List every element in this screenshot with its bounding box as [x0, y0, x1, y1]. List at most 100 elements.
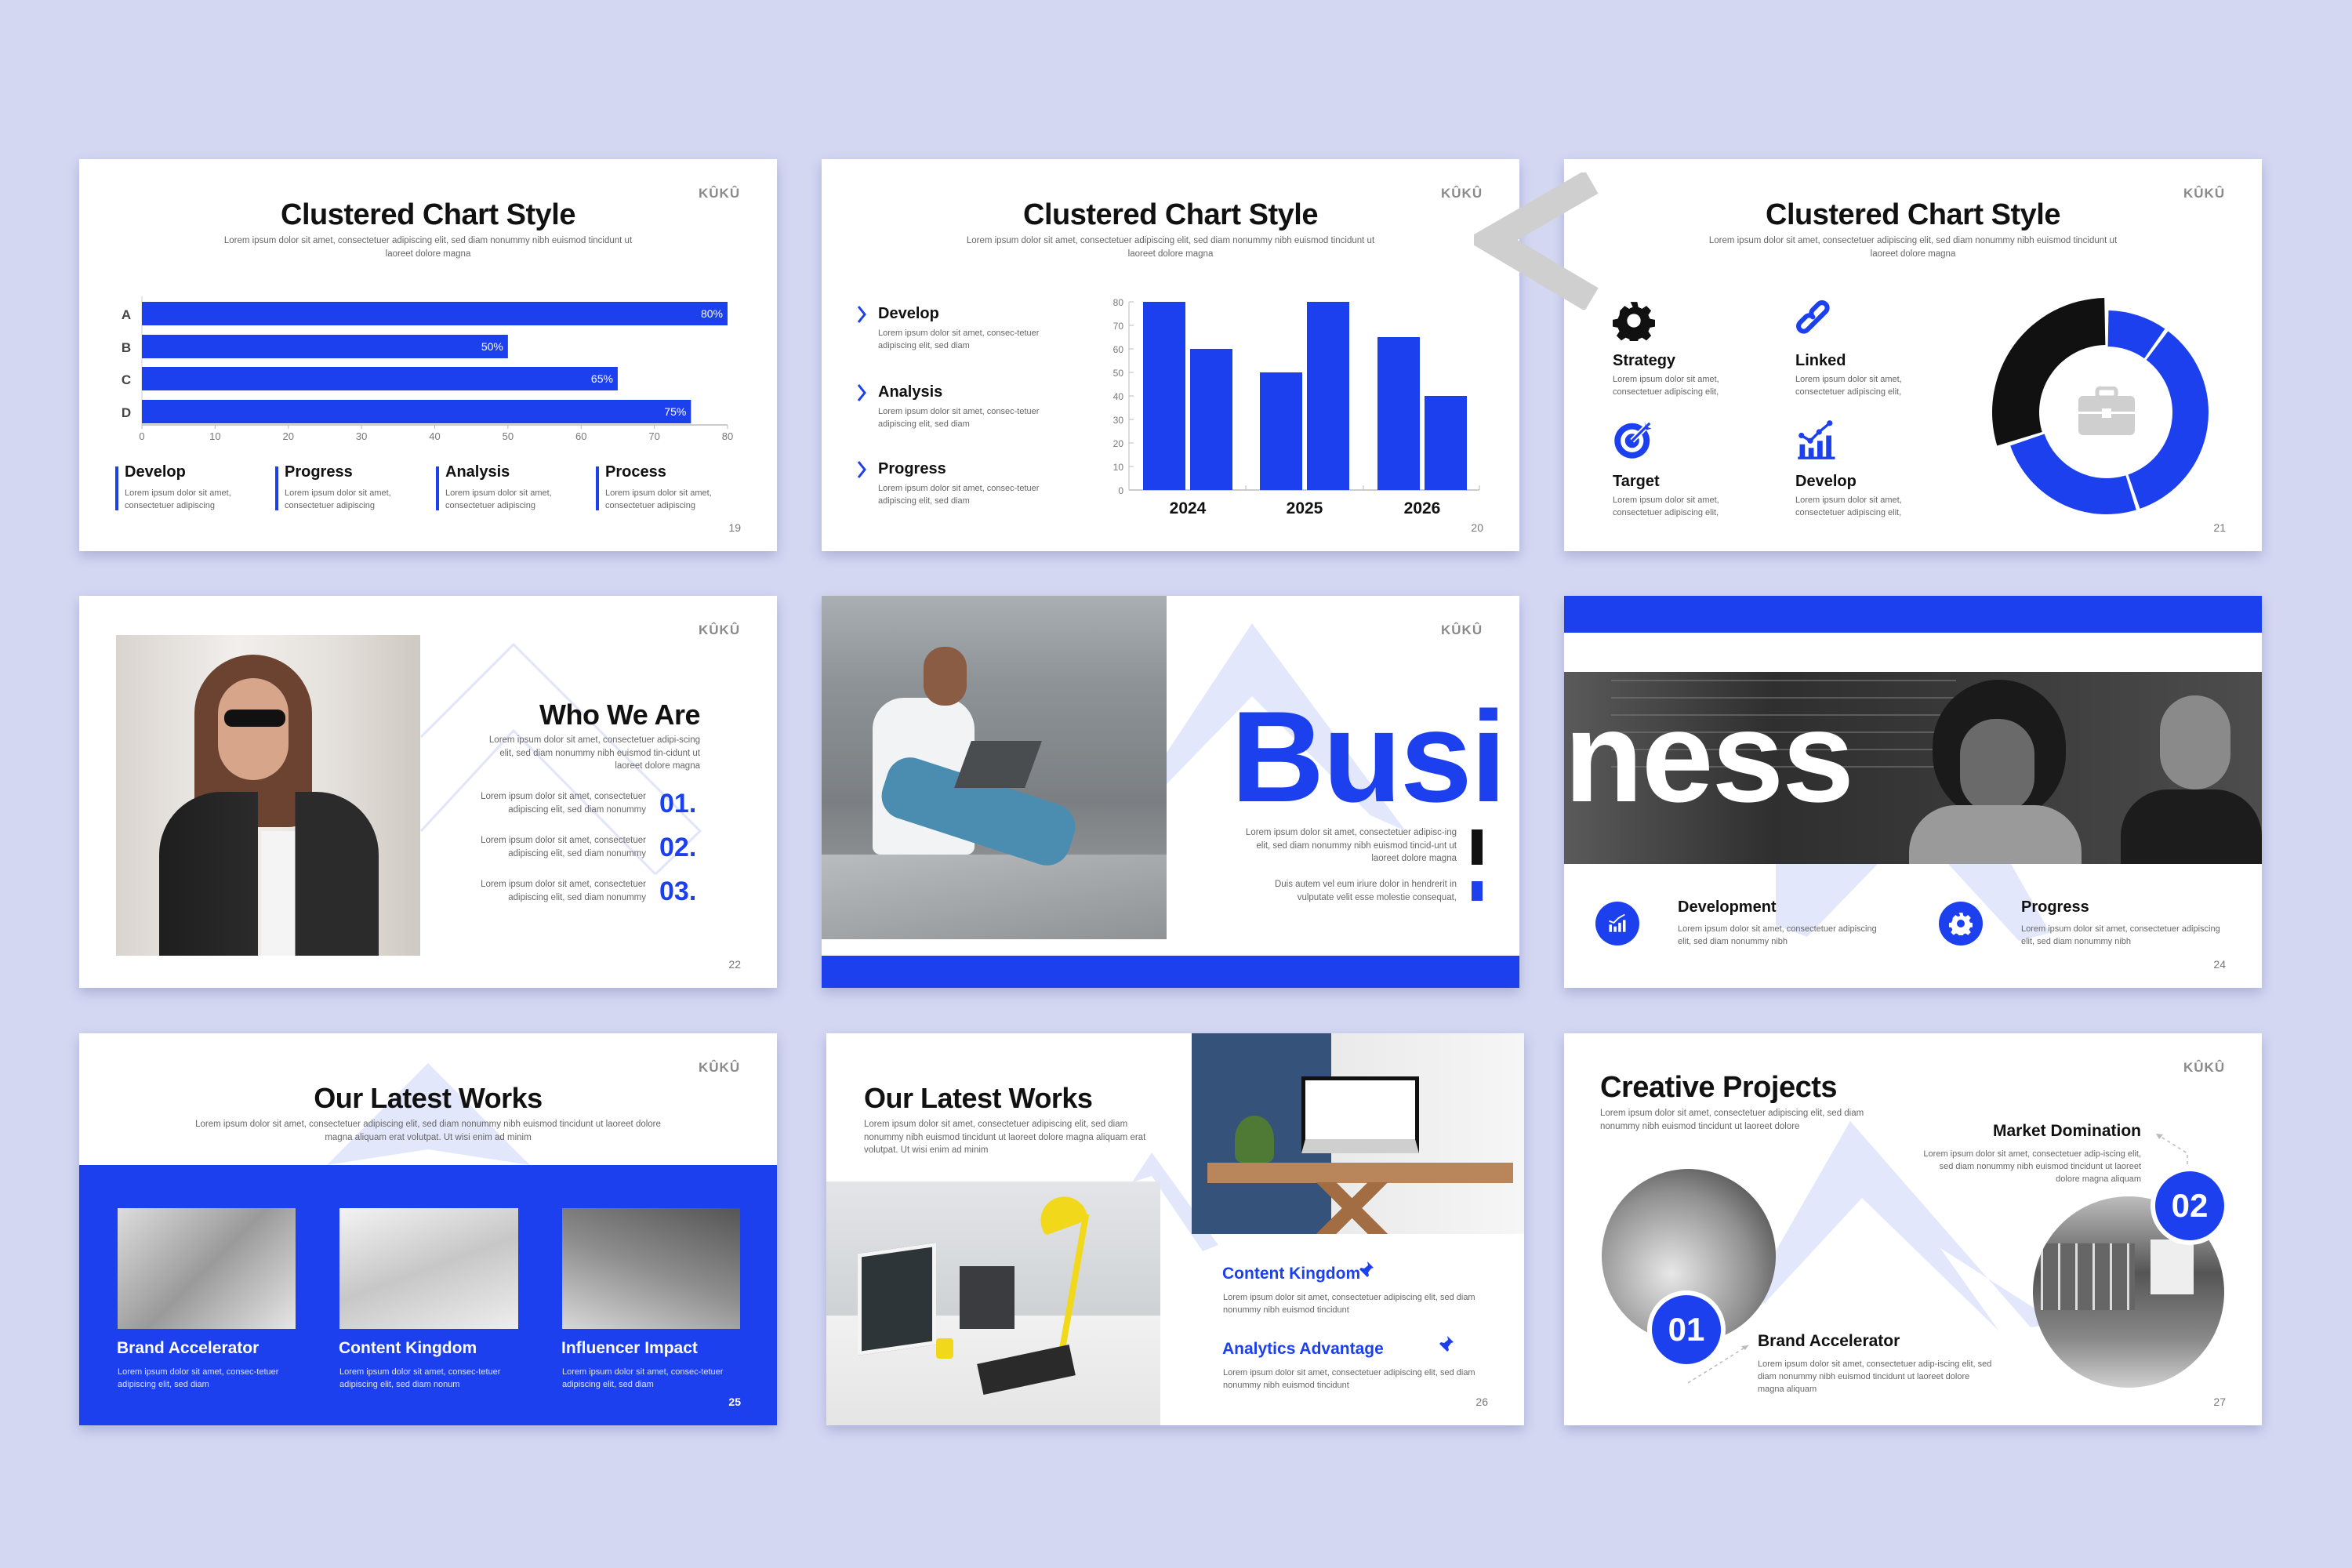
woman-portrait-photo: [116, 635, 420, 956]
paragraph-1: Lorem ipsum dolor sit amet, consectetuer…: [1245, 828, 1457, 863]
bar-data-label: 50%: [481, 340, 503, 353]
category-label: A: [122, 307, 131, 322]
x-category-label: 2024: [1170, 499, 1207, 517]
page-number: 24: [2213, 958, 2226, 971]
headline-word-part-2: ness: [1564, 684, 1854, 829]
x-tick-label: 10: [209, 430, 220, 442]
item-desc: Lorem ipsum dolor sit amet, consectetuer…: [2021, 924, 2220, 946]
x-tick-label: 70: [648, 430, 659, 442]
x-category-label: 2025: [1287, 499, 1323, 517]
list-item-text: Lorem ipsum dolor sit amet, consectetuer…: [481, 792, 646, 815]
donut-chart: [1992, 298, 2209, 514]
category-label: B: [122, 340, 131, 355]
list-item-number: 02.: [659, 833, 697, 862]
slide-25-latest-works[interactable]: KÛKÛ Our Latest Works Lorem ipsum dolor …: [79, 1033, 777, 1425]
y-tick-label: 50: [1113, 368, 1124, 379]
horizontal-bar-chart: 80% A 50% B 65% C 75% D0 10 20 30 40 50 60 70 80: [122, 296, 733, 442]
x-tick-label: 40: [429, 430, 440, 442]
project-title: Market Domination: [1992, 1122, 2141, 1140]
project-desc: Lorem ipsum dolor sit amet, consectetuer…: [1758, 1359, 1992, 1394]
bar-data-label: 65%: [591, 372, 613, 385]
work-desc: Lorem ipsum dolor sit amet, consec-tetue…: [118, 1367, 279, 1389]
slide-title: Who We Are: [539, 699, 701, 731]
category-label: D: [122, 405, 131, 420]
item-title: Progress: [285, 463, 353, 481]
y-tick-label: 40: [1113, 391, 1124, 402]
bar-C: [142, 367, 618, 390]
bar-A: [142, 302, 728, 325]
page-number: 22: [728, 958, 741, 971]
x-tick-label: 30: [356, 430, 367, 442]
workspace-photo: [826, 1181, 1160, 1425]
item-title: Analysis: [445, 463, 510, 481]
step-badge-02: 02: [2155, 1171, 2224, 1240]
work-title: Analytics Advantage: [1222, 1340, 1384, 1358]
item-desc: Lorem ipsum dolor sit amet, consectetuer…: [125, 488, 231, 510]
page-number: 20: [1471, 521, 1483, 534]
bar-data-label: 75%: [664, 405, 686, 418]
accent-bar-black: [1472, 829, 1483, 865]
y-tick-label: 20: [1113, 438, 1124, 449]
y-tick-label: 80: [1113, 297, 1124, 308]
accent-bar-blue: [1472, 881, 1483, 901]
work-desc: Lorem ipsum dolor sit amet, consectetuer…: [1223, 1368, 1475, 1390]
slide-22-who-we-are[interactable]: KÛKÛ Who We Are Lorem ipsum dolor sit am…: [79, 596, 777, 988]
slide-20-column-chart[interactable]: KÛKÛ Clustered Chart Style Lorem ipsum d…: [822, 159, 1519, 551]
man-with-laptop-photo: [822, 596, 1167, 939]
x-tick-label: 0: [139, 430, 144, 442]
bar-2026-series-1: [1377, 337, 1420, 490]
bar-2025-series-2: [1307, 302, 1349, 490]
donut-segment-2: [2128, 331, 2209, 509]
accent-bar: [115, 466, 118, 510]
item-title: Development: [1678, 898, 1777, 916]
work-desc: Lorem ipsum dolor sit amet, consec-tetue…: [339, 1367, 501, 1389]
project-desc: Lorem ipsum dolor sit amet, consectetuer…: [1923, 1149, 2141, 1184]
slide-27-creative-projects[interactable]: KÛKÛ Creative Projects Lorem ipsum dolor…: [1564, 1033, 2262, 1425]
work-title: Content Kingdom: [1222, 1265, 1361, 1283]
item-desc: Lorem ipsum dolor sit amet, consectetuer…: [1678, 924, 1877, 946]
slide-19-bar-chart[interactable]: KÛKÛ Clustered Chart Style Lorem ipsum d…: [79, 159, 777, 551]
briefcase-icon: [2078, 387, 2135, 435]
y-tick-label: 60: [1113, 344, 1124, 355]
bar-2024-series-2: [1190, 349, 1232, 490]
accent-bar: [596, 466, 599, 510]
slide-title: Creative Projects: [1600, 1071, 1838, 1104]
column-chart: 0 10 20 30 40 50 60 70 80 2024 2025 2026: [1113, 297, 1480, 517]
list-item-text: Lorem ipsum dolor sit amet, consectetuer…: [481, 880, 646, 902]
item-desc: Lorem ipsum dolor sit amet, consectetuer…: [445, 488, 552, 510]
y-tick-label: 30: [1113, 415, 1124, 426]
list-item-text: Lorem ipsum dolor sit amet, consectetuer…: [481, 836, 646, 858]
page-number: 25: [728, 1396, 741, 1408]
bar-2026-series-2: [1425, 396, 1467, 490]
development-icon-badge: [1595, 902, 1639, 946]
accent-bar: [275, 466, 278, 510]
category-label: C: [122, 372, 131, 387]
slide-title: Our Latest Works: [864, 1082, 1093, 1114]
bar-D: [142, 400, 691, 423]
item-title: Progress: [2021, 898, 2089, 916]
x-category-label: 2026: [1404, 499, 1441, 517]
paragraph-2: Duis autem vel eum iriure dolor in hendr…: [1274, 880, 1457, 902]
slide-23-business-left[interactable]: KÛKÛ Busi Lorem ipsum dolor sit amet, co…: [822, 596, 1519, 988]
gear-icon: [1949, 913, 1973, 935]
bar-B: [142, 335, 508, 358]
work-desc: Lorem ipsum dolor sit amet, consec-tetue…: [562, 1367, 724, 1389]
bar-data-label: 80%: [701, 307, 723, 320]
slide-subtitle: Lorem ipsum dolor sit amet, consectetuer…: [195, 1120, 661, 1142]
work-photo: [339, 1208, 518, 1329]
slide-24-business-right[interactable]: ness Development Lorem ipsum dolor sit a…: [1564, 596, 2262, 988]
slide-21-donut-chart[interactable]: KÛKÛ Clustered Chart Style Lorem ipsum d…: [1564, 159, 2262, 551]
item-desc: Lorem ipsum dolor sit amet, consectetuer…: [605, 488, 712, 510]
x-tick-label: 50: [503, 430, 514, 442]
work-desc: Lorem ipsum dolor sit amet, consectetuer…: [1223, 1293, 1475, 1315]
list-item-number: 03.: [659, 877, 697, 906]
bar-2024-series-1: [1143, 302, 1185, 490]
page-number: 27: [2213, 1396, 2226, 1408]
work-title: Influencer Impact: [561, 1339, 698, 1357]
x-tick-label: 80: [722, 430, 733, 442]
pushpin-icon: [1438, 1336, 1454, 1355]
chevron-left-decoration: [1474, 172, 1599, 310]
slide-26-latest-works[interactable]: Our Latest Works Lorem ipsum dolor sit a…: [826, 1033, 1524, 1425]
work-title: Content Kingdom: [339, 1339, 477, 1357]
work-photo: [118, 1208, 296, 1329]
